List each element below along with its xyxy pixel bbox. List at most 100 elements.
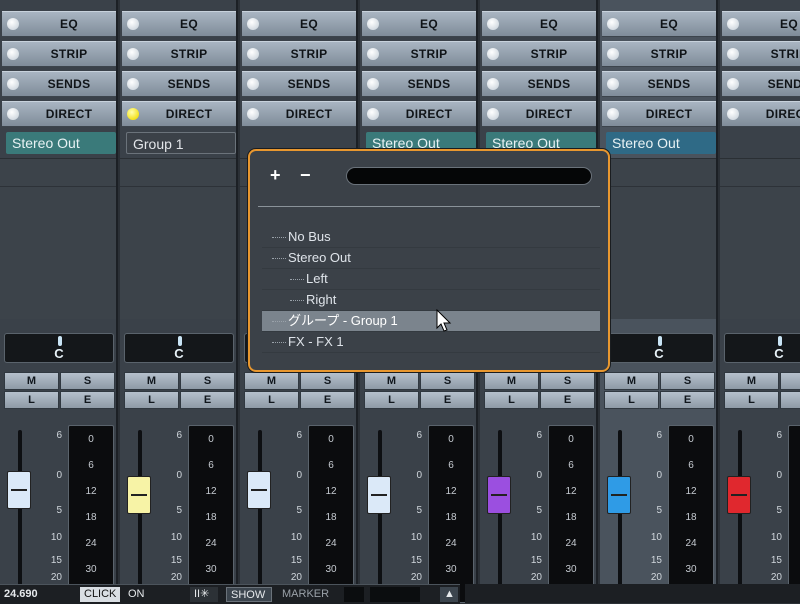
fader-scale-label: 15 (530, 555, 542, 566)
marker-field-2[interactable] (370, 587, 420, 602)
row-button-direct[interactable]: DIRECT (242, 101, 356, 127)
solo-button[interactable]: S (660, 372, 715, 390)
row-button-eq[interactable]: EQ (722, 11, 800, 37)
mute-button[interactable]: M (364, 372, 419, 390)
row-button-sends[interactable]: SENDS (722, 71, 800, 97)
meter-scale-label: 0 (688, 434, 694, 445)
bus-item[interactable]: Right (262, 290, 600, 311)
edit-button[interactable]: E (660, 391, 715, 409)
fader-scale-label: 20 (770, 572, 782, 583)
meter-scale-label: 0 (568, 434, 574, 445)
row-button-sends[interactable]: SENDS (242, 71, 356, 97)
listen-button[interactable]: L (364, 391, 419, 409)
fader-cap-line (131, 494, 147, 496)
click-label[interactable]: CLICK (80, 587, 120, 602)
solo-button[interactable]: S (60, 372, 115, 390)
edit-button[interactable]: E (300, 391, 355, 409)
mute-button[interactable]: M (124, 372, 179, 390)
bus-item[interactable]: Stereo Out (262, 248, 600, 269)
listen-button[interactable]: L (124, 391, 179, 409)
fader-track (498, 430, 502, 600)
fader-track (258, 430, 262, 600)
edit-button[interactable]: E (540, 391, 595, 409)
row-label: STRIP (170, 47, 208, 61)
position-display: 24.690 (4, 588, 38, 600)
remove-button[interactable]: − (300, 165, 311, 186)
row-button-direct[interactable]: DIRECT (722, 101, 800, 127)
solo-button[interactable]: S (780, 372, 800, 390)
mute-button[interactable]: M (604, 372, 659, 390)
row-button-direct[interactable]: DIRECT (602, 101, 716, 127)
fader-scale-label: 6 (56, 430, 62, 441)
row-button-eq[interactable]: EQ (122, 11, 236, 37)
output-selector[interactable]: Group 1 (126, 132, 236, 154)
row-button-eq[interactable]: EQ (242, 11, 356, 37)
mute-button[interactable]: M (4, 372, 59, 390)
meter-scale-label: 30 (685, 564, 697, 575)
row-button-eq[interactable]: EQ (362, 11, 476, 37)
mute-button[interactable]: M (244, 372, 299, 390)
click-state[interactable]: ON (124, 587, 164, 602)
fader-scale: 6 0 5 10 15 20 (26, 420, 62, 603)
row-button-strip[interactable]: STRIP (722, 41, 800, 67)
row-button-sends[interactable]: SENDS (362, 71, 476, 97)
mute-button[interactable]: M (484, 372, 539, 390)
output-selector[interactable]: Stereo Out (606, 132, 716, 154)
add-button[interactable]: + (270, 165, 281, 186)
scroll-up-icon[interactable]: ▲ (440, 587, 458, 602)
bus-item[interactable]: No Bus (262, 227, 600, 248)
fader-scale-label: 0 (56, 470, 62, 481)
led-indicator (247, 48, 259, 60)
row-button-eq[interactable]: EQ (482, 11, 596, 37)
row-button-strip[interactable]: STRIP (242, 41, 356, 67)
listen-button[interactable]: L (244, 391, 299, 409)
edit-button[interactable]: E (60, 391, 115, 409)
pan-control[interactable]: C (604, 333, 714, 363)
show-button[interactable]: SHOW (226, 587, 272, 602)
channel-strip: EQ STRIP SENDS DIRECT Group 1 C M S L E 6 0 5 10 15 20 0… (120, 0, 238, 603)
listen-button[interactable]: L (724, 391, 779, 409)
marker-field[interactable] (344, 587, 364, 602)
bus-item[interactable]: グループ - Group 1 (262, 311, 600, 332)
pan-control[interactable]: C (724, 333, 800, 363)
bus-item[interactable]: Left (262, 269, 600, 290)
fader-scale: 6 0 5 10 15 20 (746, 420, 782, 603)
edit-button[interactable]: E (180, 391, 235, 409)
bus-item[interactable]: FX - FX 1 (262, 332, 600, 353)
solo-button[interactable]: S (420, 372, 475, 390)
listen-button[interactable]: L (604, 391, 659, 409)
edit-button[interactable]: E (780, 391, 800, 409)
pan-control[interactable]: C (4, 333, 114, 363)
search-field[interactable] (346, 167, 592, 185)
fader-cap-line (251, 488, 267, 491)
row-button-strip[interactable]: STRIP (2, 41, 116, 67)
row-button-sends[interactable]: SENDS (482, 71, 596, 97)
row-button-strip[interactable]: STRIP (482, 41, 596, 67)
row-button-sends[interactable]: SENDS (602, 71, 716, 97)
row-button-direct[interactable]: DIRECT (122, 101, 236, 127)
row-button-strip[interactable]: STRIP (602, 41, 716, 67)
tempo-sync-icon[interactable]: II✳ (190, 587, 218, 602)
row-button-direct[interactable]: DIRECT (482, 101, 596, 127)
edit-button[interactable]: E (420, 391, 475, 409)
mute-button[interactable]: M (724, 372, 779, 390)
row-label: SENDS (47, 77, 91, 91)
output-selector[interactable]: Stereo Out (6, 132, 116, 154)
row-button-sends[interactable]: SENDS (2, 71, 116, 97)
row-label: EQ (420, 17, 438, 31)
row-button-direct[interactable]: DIRECT (2, 101, 116, 127)
pan-indicator (178, 336, 182, 346)
listen-button[interactable]: L (484, 391, 539, 409)
row-button-direct[interactable]: DIRECT (362, 101, 476, 127)
row-button-eq[interactable]: EQ (2, 11, 116, 37)
solo-button[interactable]: S (180, 372, 235, 390)
solo-button[interactable]: S (300, 372, 355, 390)
listen-button[interactable]: L (4, 391, 59, 409)
pan-control[interactable]: C (124, 333, 234, 363)
row-button-strip[interactable]: STRIP (122, 41, 236, 67)
solo-button[interactable]: S (540, 372, 595, 390)
row-button-eq[interactable]: EQ (602, 11, 716, 37)
row-button-sends[interactable]: SENDS (122, 71, 236, 97)
fader-scale-label: 5 (776, 505, 782, 516)
row-button-strip[interactable]: STRIP (362, 41, 476, 67)
